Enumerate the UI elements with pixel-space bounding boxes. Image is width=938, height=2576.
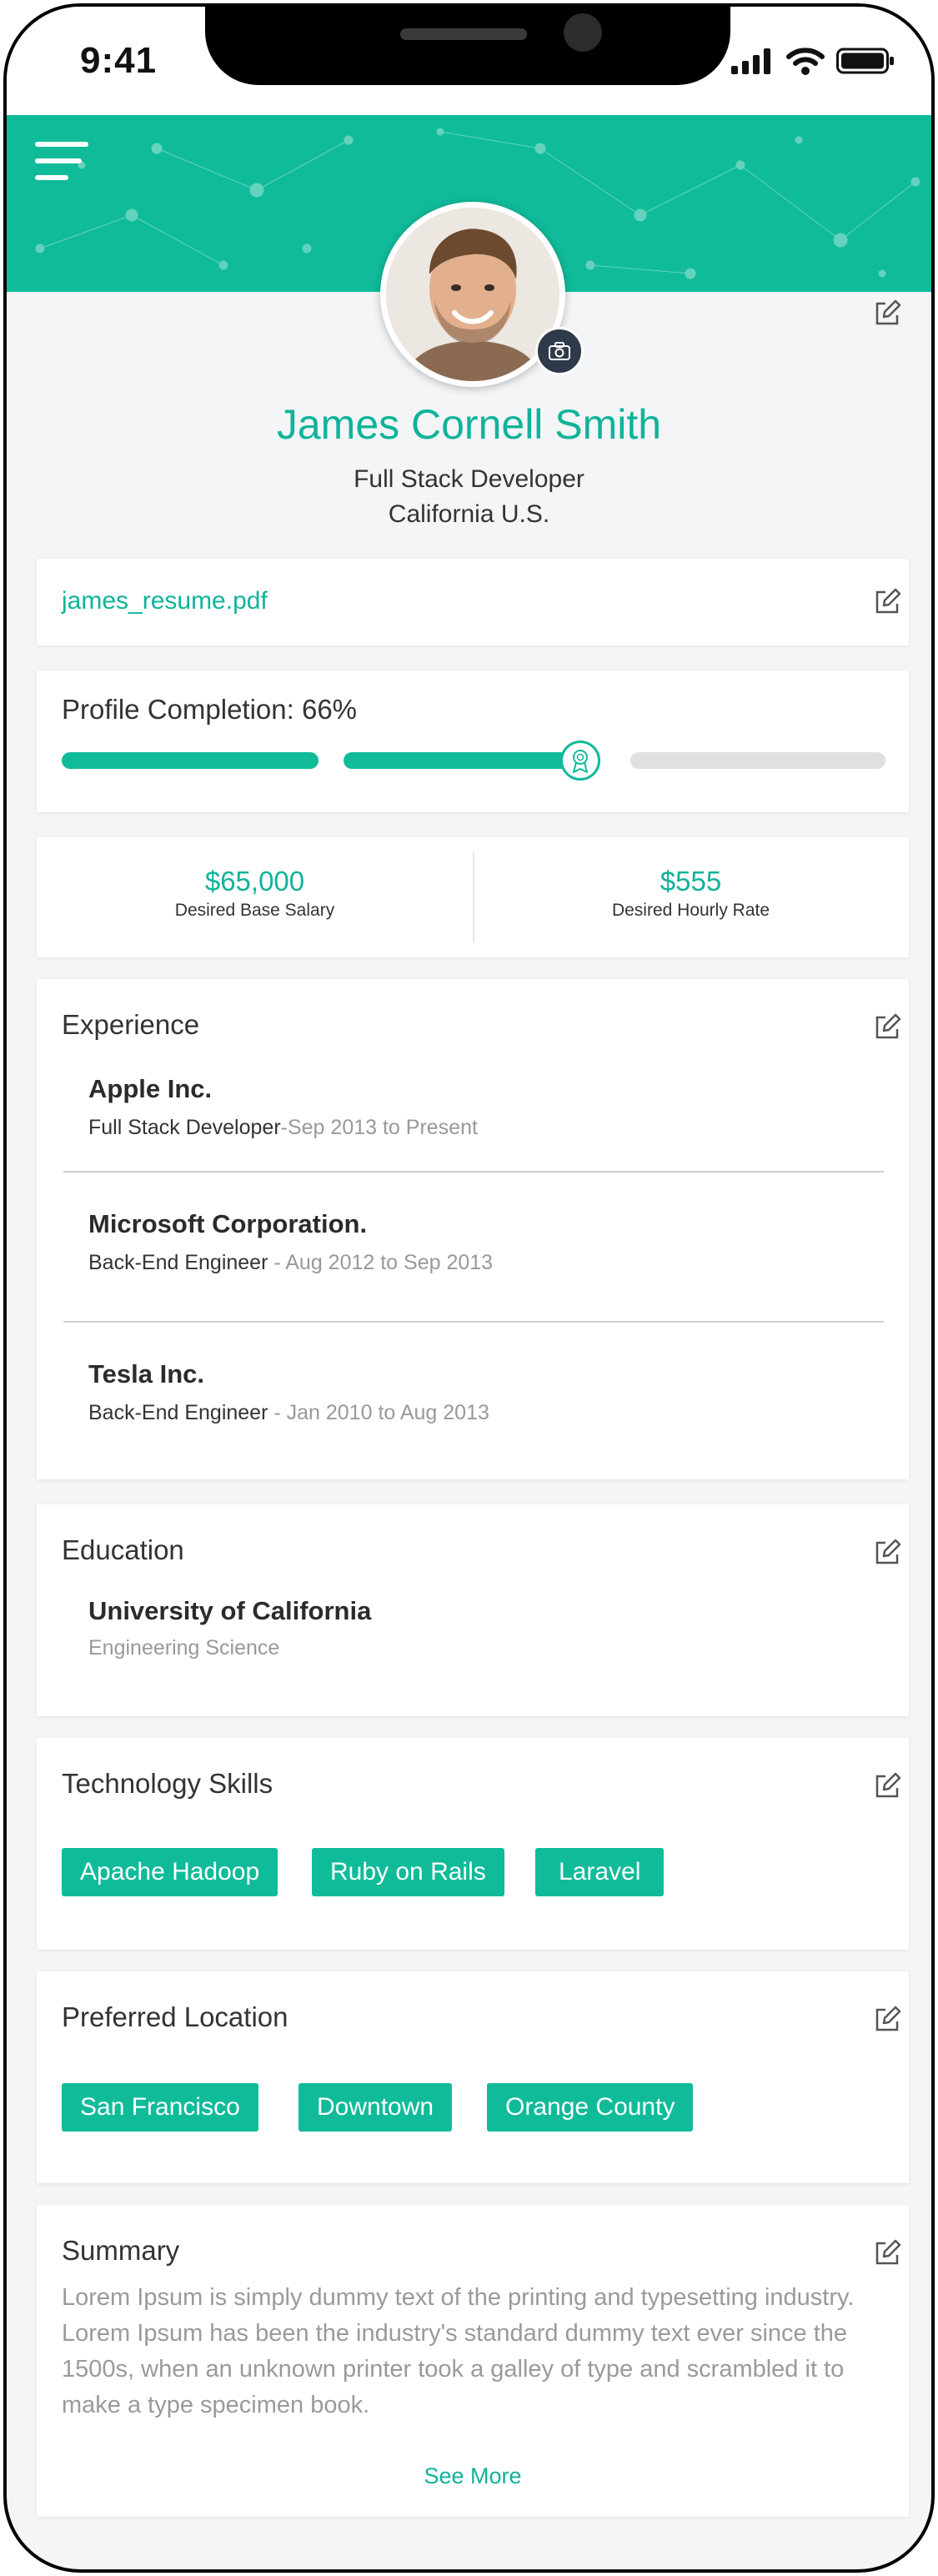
education-field: Engineering Science [88, 1636, 280, 1660]
location-chip[interactable]: San Francisco [62, 2083, 258, 2132]
experience-divider [63, 1321, 884, 1323]
desired-hourly-value: $555 [660, 866, 722, 896]
experience-role-title: Full Stack Developer [88, 1116, 281, 1139]
edit-icon[interactable] [872, 1771, 902, 1801]
progress-segment-2 [344, 752, 585, 769]
progress-segment-1 [62, 752, 319, 769]
menu-button[interactable] [35, 142, 88, 180]
experience-dates: - Jan 2010 to Aug 2013 [268, 1401, 489, 1424]
education-title: Education [62, 1534, 184, 1565]
desired-salary-value: $65,000 [204, 866, 305, 896]
experience-role: Full Stack Developer-Sep 2013 to Present [88, 1116, 478, 1140]
experience-role: Back-End Engineer - Jan 2010 to Aug 2013 [88, 1401, 489, 1425]
skills-card: Technology Skills Apache Hadoop Ruby on … [37, 1738, 909, 1950]
desired-hourly-label: Desired Hourly Rate [611, 901, 770, 920]
edit-icon[interactable] [872, 587, 902, 617]
menu-icon-line [35, 175, 68, 180]
phone-notch [205, 7, 730, 85]
app-screen: 9:41 James Cornell Smith Full Stack Deve… [7, 7, 931, 2569]
edit-icon[interactable] [872, 299, 902, 329]
resume-card: james_resume.pdf [37, 559, 909, 645]
profile-completion-label: Profile Completion: 66% [62, 694, 357, 726]
skill-chip[interactable]: Laravel [535, 1848, 665, 1896]
skill-chip[interactable]: Ruby on Rails [312, 1848, 504, 1896]
experience-company: Apple Inc. [88, 1074, 213, 1103]
experience-divider [63, 1171, 884, 1173]
edit-icon[interactable] [872, 2005, 902, 2035]
profile-completion-card: Profile Completion: 66% [37, 670, 909, 812]
battery-icon [836, 48, 894, 74]
experience-company: Tesla Inc. [88, 1359, 204, 1388]
progress-segment-3 [630, 752, 885, 769]
summary-text: Lorem Ipsum is simply dummy text of the … [62, 2284, 855, 2418]
skill-chip[interactable]: Apache Hadoop [62, 1848, 278, 1896]
speaker-grille [400, 28, 527, 40]
edit-icon[interactable] [872, 1012, 902, 1042]
camera-icon [549, 342, 570, 360]
location-chip[interactable]: Orange County [487, 2083, 694, 2132]
experience-role-title: Back-End Engineer [88, 1401, 268, 1424]
edit-icon[interactable] [872, 1538, 902, 1568]
experience-company: Microsoft Corporation. [88, 1209, 368, 1238]
skills-title: Technology Skills [62, 1768, 273, 1799]
front-camera [564, 13, 602, 52]
menu-icon [35, 142, 88, 147]
change-photo-button[interactable] [535, 327, 584, 375]
signal-icon [731, 48, 770, 74]
profile-completion-value: 66% [301, 694, 358, 725]
location-chip[interactable]: Downtown [298, 2083, 453, 2132]
experience-role: Back-End Engineer - Aug 2012 to Sep 2013 [88, 1251, 493, 1275]
menu-icon-line [35, 158, 82, 163]
experience-dates: - Aug 2012 to Sep 2013 [268, 1251, 494, 1274]
see-more-link[interactable]: See More [37, 2463, 909, 2489]
profile-location: California U.S. [388, 500, 550, 528]
phone-frame: 9:41 James Cornell Smith Full Stack Deve… [3, 3, 935, 2573]
experience-role-title: Back-End Engineer [88, 1251, 268, 1274]
edit-icon[interactable] [872, 2238, 902, 2268]
progress-marker [560, 741, 600, 781]
education-card: Education University of California Engin… [37, 1504, 909, 1716]
wifi-icon [786, 48, 825, 75]
location-card: Preferred Location San Francisco Downtow… [37, 1971, 909, 2183]
summary-title: Summary [62, 2235, 180, 2266]
profile-completion-label-text: Profile Completion: [62, 694, 294, 725]
summary-card: Summary Lorem Ipsum is simply dummy text… [37, 2205, 909, 2517]
profile-name: James Cornell Smith [276, 401, 662, 448]
status-icons [731, 47, 895, 75]
resume-link[interactable]: james_resume.pdf [62, 587, 268, 615]
medal-icon [573, 750, 588, 773]
status-bar: 9:41 [7, 7, 931, 115]
profile-title: Full Stack Developer [354, 465, 584, 493]
education-school: University of California [88, 1596, 372, 1625]
rates-card: $65,000 Desired Base Salary $555 Desired… [37, 837, 909, 957]
status-time: 9:41 [80, 40, 158, 81]
location-title: Preferred Location [62, 2001, 288, 2032]
avatar-photo [386, 208, 559, 381]
experience-dates: -Sep 2013 to Present [280, 1116, 478, 1139]
experience-title: Experience [62, 1009, 200, 1040]
desired-salary-label: Desired Base Salary [174, 901, 335, 920]
experience-card: Experience Apple Inc. Full Stack Develop… [37, 979, 909, 1479]
